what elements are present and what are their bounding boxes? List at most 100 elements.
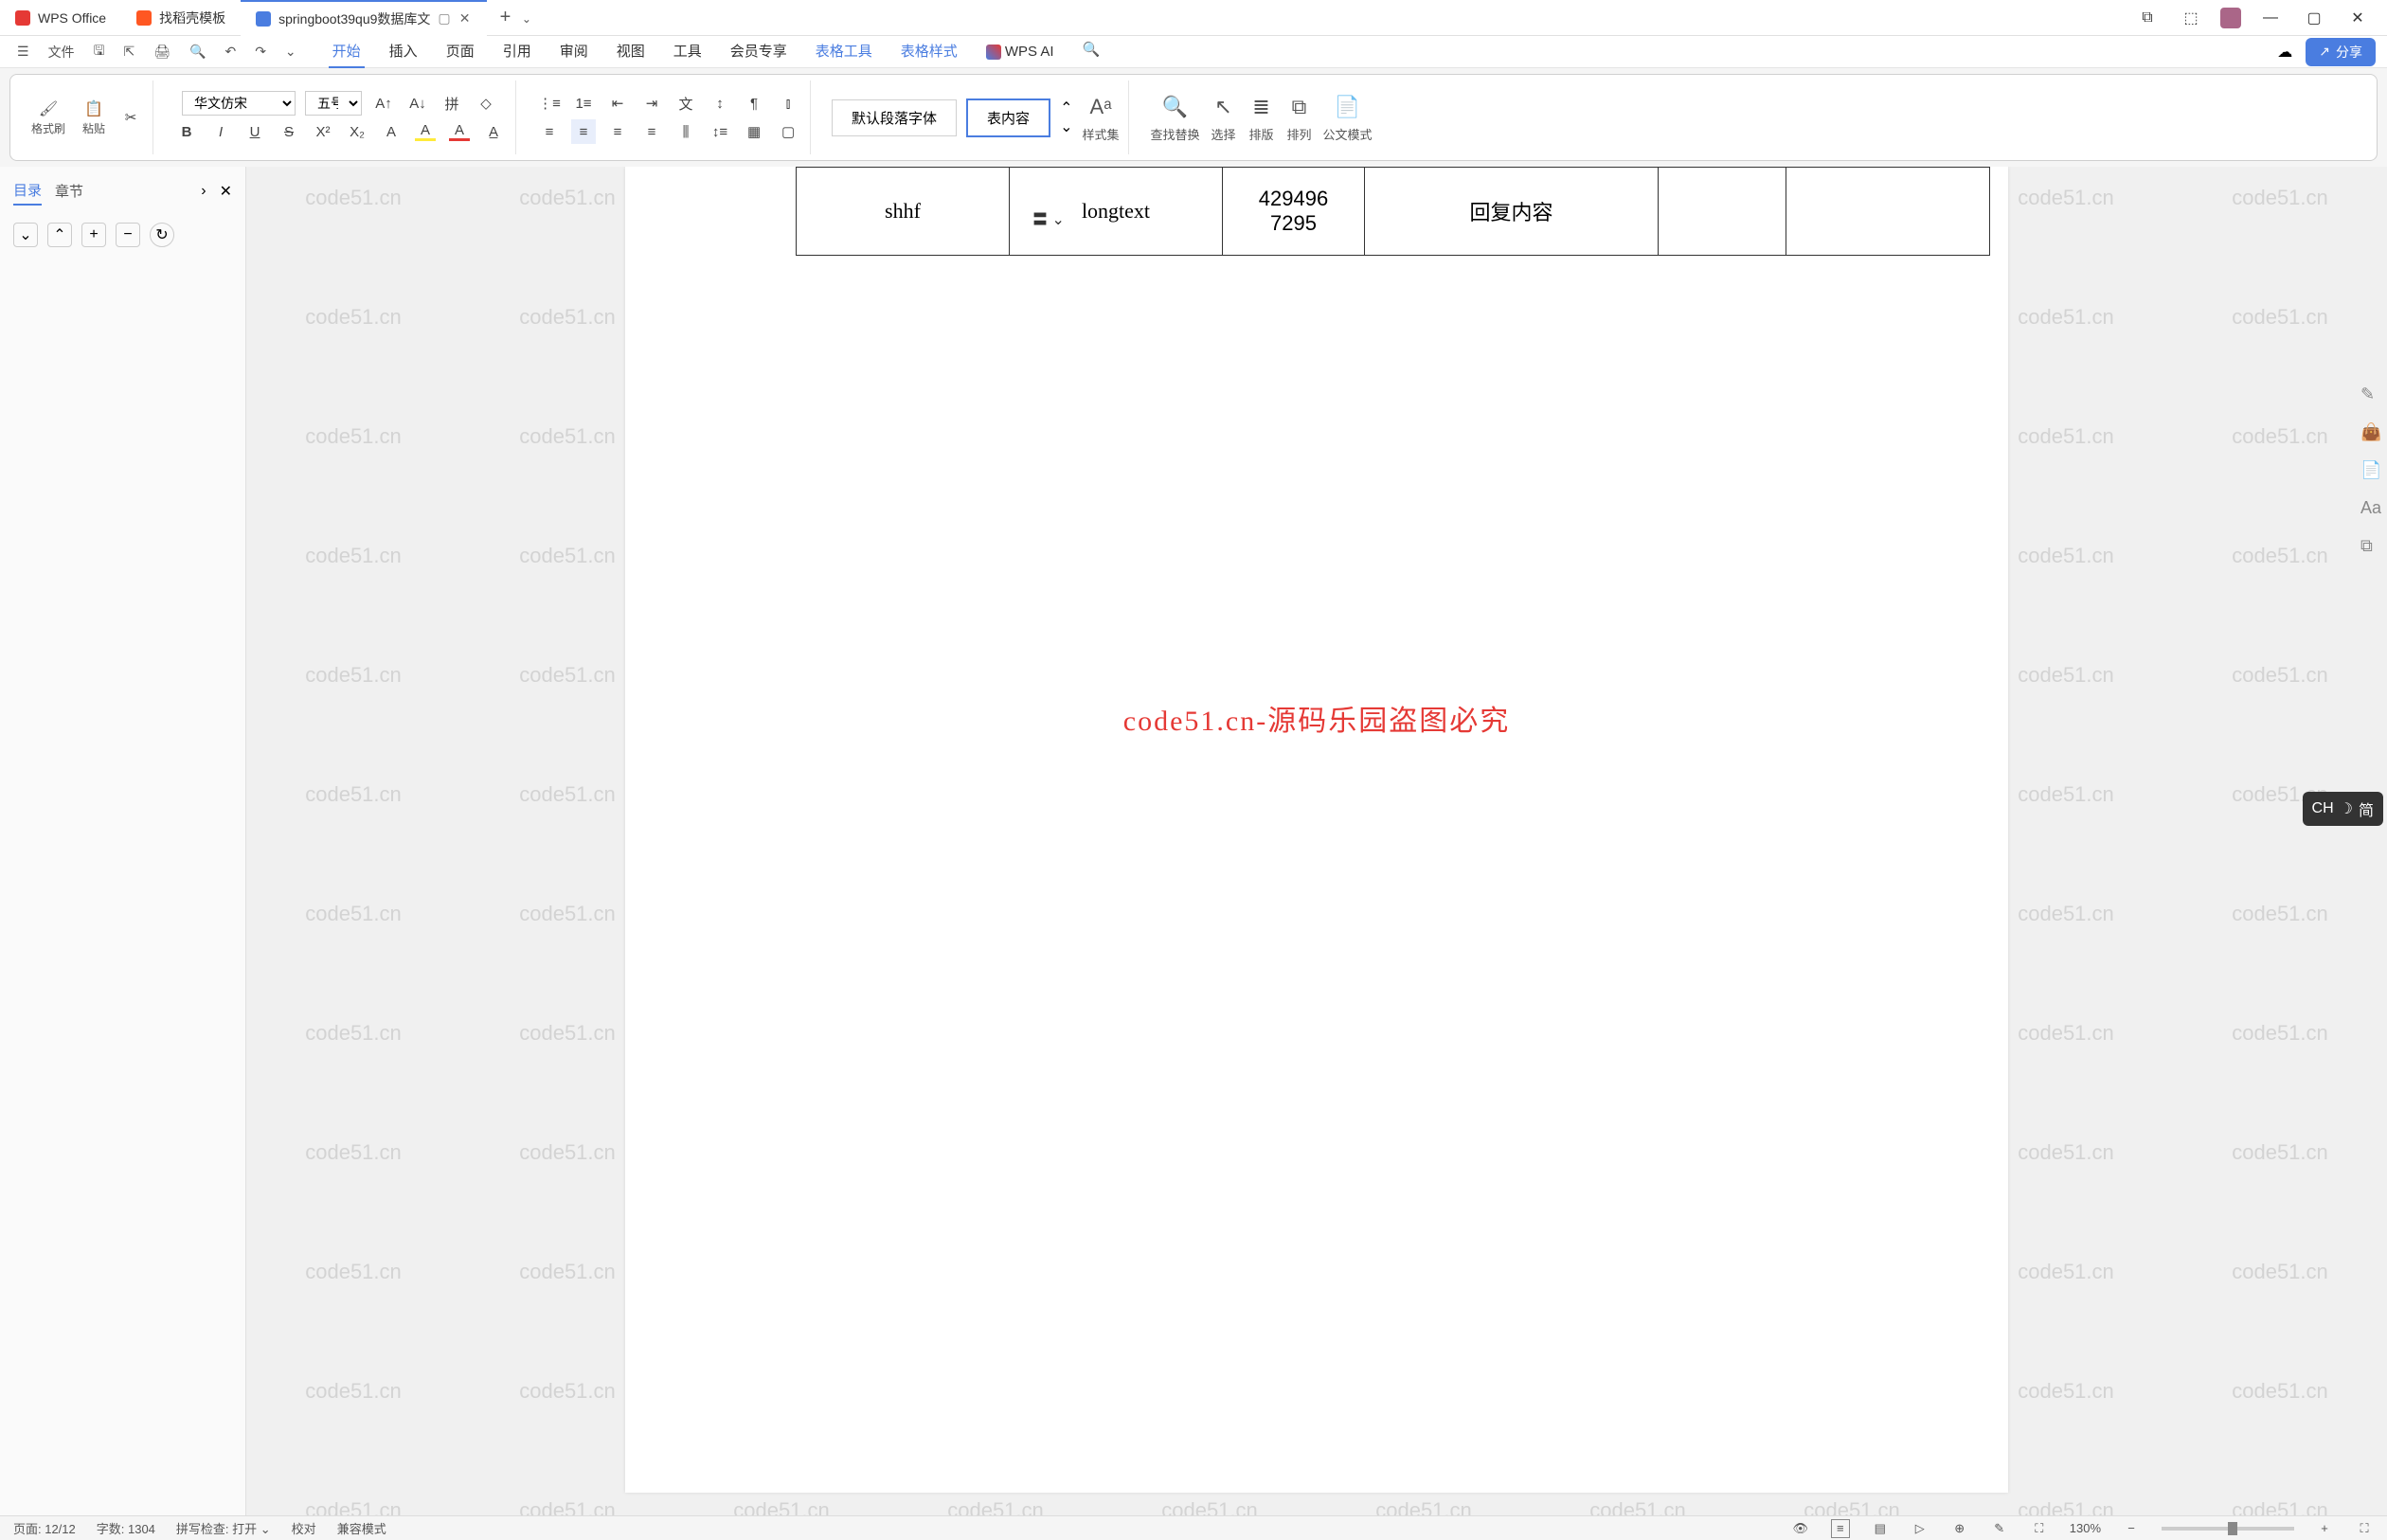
eye-icon[interactable]: 👁 <box>1791 1519 1810 1538</box>
status-proof[interactable]: 校对 <box>292 1519 316 1537</box>
bullet-icon[interactable]: ⋮≡ <box>537 91 562 116</box>
zoomin-icon[interactable]: + <box>2315 1519 2334 1538</box>
lp-tab-zhangjie[interactable]: 章节 <box>55 177 83 205</box>
maximize-icon[interactable]: ▢ <box>2300 4 2328 32</box>
showmarks-icon[interactable]: ¶ <box>742 91 766 116</box>
nav-minus-icon[interactable]: − <box>116 223 140 247</box>
outdent-icon[interactable]: ⇤ <box>605 91 630 116</box>
tab-doc[interactable]: springboot39qu9数据库文 ▢ ✕ <box>241 0 487 36</box>
distribute-icon[interactable]: ⫾ <box>776 91 800 116</box>
texteffect-icon[interactable]: A <box>379 119 404 144</box>
fullscreen-icon[interactable]: ⛶ <box>2355 1519 2374 1538</box>
paste-button[interactable]: 📋 粘贴 <box>79 98 109 138</box>
menu-member[interactable]: 会员专享 <box>727 35 791 68</box>
save-icon[interactable]: 🖫 <box>88 37 111 67</box>
select-button[interactable]: ↖ 选择 <box>1210 93 1238 143</box>
font-select[interactable]: 华文仿宋 <box>182 91 296 116</box>
docarea[interactable]: code51.cncode51.cncode51.cncode51.cncode… <box>246 167 2387 1515</box>
redo-icon[interactable]: ↷ <box>249 40 272 63</box>
close-icon[interactable]: ✕ <box>458 12 472 26</box>
close-icon[interactable]: ✕ <box>2343 4 2372 32</box>
nav-refresh-icon[interactable]: ↻ <box>150 223 174 247</box>
menu-tablestyle[interactable]: 表格样式 <box>897 35 961 68</box>
alignleft-icon[interactable]: ≡ <box>537 119 562 144</box>
focus-icon[interactable]: ⛶ <box>2030 1519 2049 1538</box>
menu-ref[interactable]: 引用 <box>499 35 535 68</box>
hamburger-icon[interactable]: ☰ <box>11 40 35 63</box>
zoom-slider[interactable] <box>2162 1527 2294 1531</box>
clearfmt-icon[interactable]: ◇ <box>474 91 498 116</box>
ruler-marker[interactable]: 〓 ⌄ <box>1032 206 1065 229</box>
chevron-down-icon[interactable]: ⌄ <box>522 12 531 26</box>
zoom-value[interactable]: 130% <box>2070 1521 2101 1535</box>
fontgrow-icon[interactable]: A↑ <box>371 91 396 116</box>
menu-tool[interactable]: 工具 <box>670 35 706 68</box>
preview-icon[interactable]: 🔍 <box>184 40 211 63</box>
border-icon[interactable]: ▢ <box>776 119 800 144</box>
lp-tab-mulu[interactable]: 目录 <box>13 176 42 206</box>
italic-icon[interactable]: I <box>208 119 233 144</box>
shading-icon[interactable]: ▦ <box>742 119 766 144</box>
indent-icon[interactable]: ⇥ <box>639 91 664 116</box>
fontbox-icon[interactable]: A̲ <box>481 119 506 144</box>
avatar[interactable] <box>2220 8 2241 28</box>
cell-c6[interactable] <box>1786 168 1990 256</box>
find-button[interactable]: 🔍 查找替换 <box>1150 93 1199 143</box>
layout-button[interactable]: ≣ 排版 <box>1247 93 1276 143</box>
rail-aa-icon[interactable]: Aa <box>2360 498 2381 519</box>
copy-window-icon[interactable]: ⧉ <box>2133 4 2162 32</box>
rail-pencil-icon[interactable]: ✎ <box>2360 385 2381 405</box>
export-icon[interactable]: ⇱ <box>118 40 141 63</box>
menu-insert[interactable]: 插入 <box>386 35 422 68</box>
pageview-icon[interactable]: ≡ <box>1831 1519 1850 1538</box>
cell-c4[interactable]: 回复内容 <box>1365 168 1659 256</box>
play-icon[interactable]: ▷ <box>1911 1519 1929 1538</box>
cell-c5[interactable] <box>1659 168 1786 256</box>
rail-bag-icon[interactable]: 👜 <box>2360 422 2381 443</box>
close-icon[interactable]: ✕ <box>220 182 232 201</box>
chevron-down-icon[interactable]: ⌄ <box>279 40 302 63</box>
bold-icon[interactable]: B <box>174 119 199 144</box>
pencil-icon[interactable]: ✎ <box>1990 1519 2009 1538</box>
search-icon[interactable]: 🔍 <box>1079 35 1104 68</box>
lineheight-icon[interactable]: ↕≡ <box>708 119 732 144</box>
alignboth-icon[interactable]: ⫼ <box>673 119 698 144</box>
doc-table[interactable]: shhf longtext 429496 7295 回复内容 <box>796 167 1990 256</box>
chevron-right-icon[interactable]: › <box>201 183 206 200</box>
strike-icon[interactable]: S <box>277 119 301 144</box>
styles-up-icon[interactable]: ⌃ <box>1060 98 1072 117</box>
arrange-button[interactable]: ⧉ 排列 <box>1285 93 1314 143</box>
style-default[interactable]: 默认段落字体 <box>832 99 957 136</box>
menu-wpsai[interactable]: WPS AI <box>982 35 1058 68</box>
textdir-icon[interactable]: 文 <box>673 91 698 116</box>
menu-start[interactable]: 开始 <box>329 35 365 68</box>
share-button[interactable]: ↗ 分享 <box>2306 38 2376 66</box>
rail-doc-icon[interactable]: 📄 <box>2360 460 2381 481</box>
nav-down-icon[interactable]: ⌄ <box>13 223 38 247</box>
menu-review[interactable]: 审阅 <box>556 35 592 68</box>
styles-down-icon[interactable]: ⌄ <box>1060 117 1072 136</box>
style-tablecontent[interactable]: 表内容 <box>966 98 1050 137</box>
minimize-icon[interactable]: — <box>2256 4 2285 32</box>
cube-icon[interactable]: ⬚ <box>2177 4 2205 32</box>
print-icon[interactable]: 🖨 <box>148 40 176 63</box>
fontshrink-icon[interactable]: A↓ <box>405 91 430 116</box>
status-compat[interactable]: 兼容模式 <box>337 1519 386 1537</box>
nav-up-icon[interactable]: ⌃ <box>47 223 72 247</box>
cut-icon[interactable]: ✂ <box>118 105 143 130</box>
aligncenter-icon[interactable]: ≡ <box>571 119 596 144</box>
weblayout-icon[interactable]: ▤ <box>1871 1519 1890 1538</box>
tab-wps[interactable]: WPS Office <box>0 0 121 36</box>
justify-icon[interactable]: ≡ <box>639 119 664 144</box>
numlist-icon[interactable]: 1≡ <box>571 91 596 116</box>
cloud-icon[interactable]: ☁ <box>2277 43 2292 62</box>
docmode-button[interactable]: 📄 公文模式 <box>1323 93 1373 143</box>
ime-badge[interactable]: CH ☽ 简 <box>2303 792 2383 826</box>
underline-icon[interactable]: U <box>242 119 267 144</box>
formatbrush-button[interactable]: 🖌 格式刷 <box>27 98 69 138</box>
status-spell[interactable]: 拼写检查: 打开 ⌄ <box>176 1519 271 1537</box>
nav-add-icon[interactable]: + <box>81 223 106 247</box>
status-words[interactable]: 字数: 1304 <box>97 1519 155 1537</box>
menu-view[interactable]: 视图 <box>613 35 649 68</box>
add-tab-button[interactable]: + ⌄ <box>487 7 545 28</box>
